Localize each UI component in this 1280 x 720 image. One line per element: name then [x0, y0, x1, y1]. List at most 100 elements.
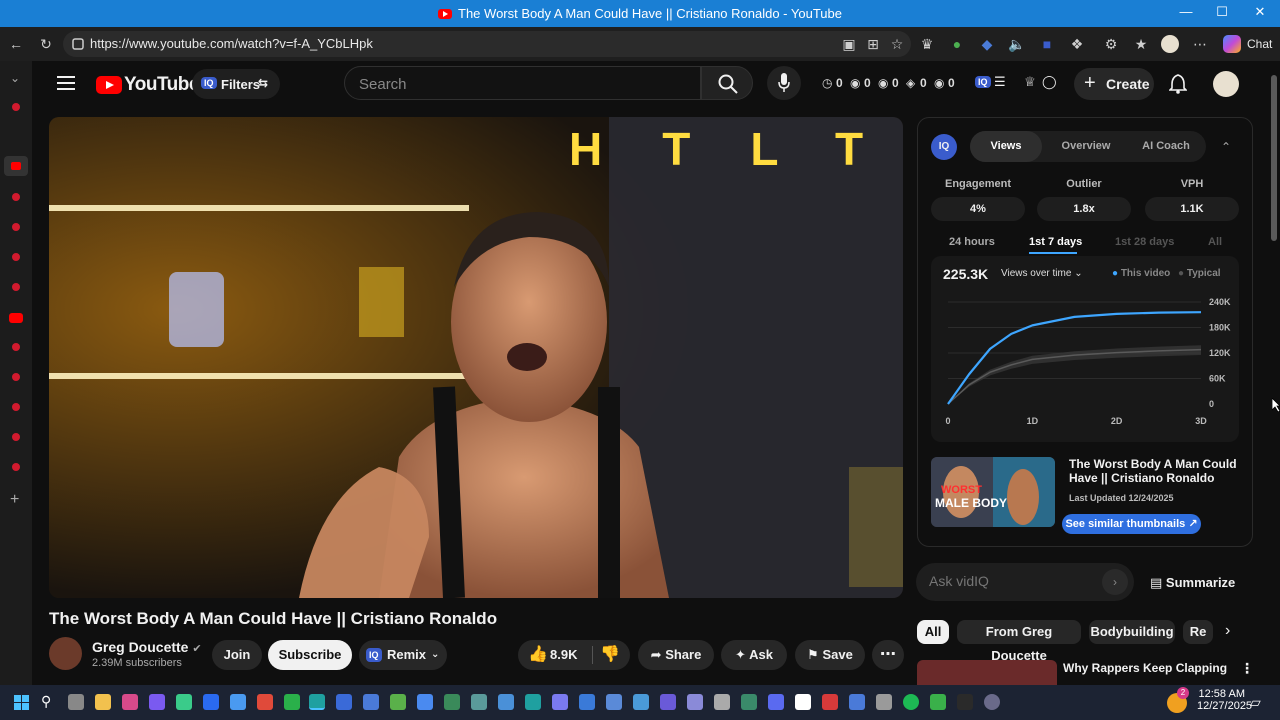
app-icon[interactable]	[741, 694, 757, 710]
active-tab-indicator[interactable]	[4, 156, 28, 176]
tab-favicon-icon[interactable]	[12, 103, 20, 111]
video-player[interactable]: HTLT	[49, 117, 903, 598]
ask-button[interactable]: ✦ Ask	[721, 640, 787, 670]
app-icon[interactable]	[606, 694, 622, 710]
search-box[interactable]	[344, 66, 701, 100]
minimize-button[interactable]: —	[1176, 4, 1196, 22]
favorites-icon[interactable]: ★	[1132, 35, 1150, 53]
notifications-bell-icon[interactable]	[1169, 74, 1187, 94]
save-button[interactable]: ⚑ Save	[795, 640, 865, 670]
copilot-chat-button[interactable]: Chat	[1219, 31, 1274, 57]
app-icon[interactable]	[687, 694, 703, 710]
vidiq-extension-icon[interactable]: ■	[1038, 35, 1056, 53]
like-icon[interactable]: 👍	[528, 640, 548, 670]
scrollbar-thumb[interactable]	[1271, 75, 1277, 241]
spotify-icon[interactable]	[903, 694, 919, 710]
edge-browser-icon[interactable]	[309, 694, 325, 710]
vidiq-icon[interactable]: IQ	[975, 76, 991, 88]
range-24-hours[interactable]: 24 hours	[949, 236, 995, 248]
windows-start-icon[interactable]	[14, 695, 29, 710]
chip-all[interactable]: All	[917, 620, 949, 644]
filters-button[interactable]: IQ Filters ⇆	[192, 69, 280, 99]
summarize-button[interactable]: ▤ Summarize	[1150, 575, 1235, 591]
app-icon[interactable]	[363, 694, 379, 710]
reader-icon[interactable]: ▣	[840, 35, 858, 53]
create-button[interactable]: + Create	[1074, 68, 1154, 100]
list-icon[interactable]: ☰	[994, 74, 1006, 90]
extension-icon[interactable]: ♛	[918, 35, 936, 53]
recommended-more-icon[interactable]: ⋮	[1240, 660, 1254, 677]
chips-next-arrow-icon[interactable]: ›	[1225, 622, 1230, 640]
tab-favicon-icon[interactable]	[12, 253, 20, 261]
extensions-puzzle-icon[interactable]: ❖	[1068, 35, 1086, 53]
app-icon[interactable]	[876, 694, 892, 710]
app-icon[interactable]	[444, 694, 460, 710]
app-icon[interactable]	[930, 694, 946, 710]
mute-icon[interactable]: 🔈	[1008, 35, 1026, 53]
chip-from-greg-doucette[interactable]: From Greg Doucette	[957, 620, 1081, 663]
address-bar[interactable]: https://www.youtube.com/watch?v=f-A_YCbL…	[63, 31, 911, 57]
channel-name-text[interactable]: Greg Doucette	[92, 639, 188, 655]
tab-favicon-icon[interactable]	[12, 223, 20, 231]
app-icon[interactable]	[633, 694, 649, 710]
tab-favicon-icon[interactable]	[12, 433, 20, 441]
hamburger-menu-icon[interactable]	[57, 76, 75, 90]
terminal-icon[interactable]	[957, 694, 973, 710]
app-icon[interactable]	[822, 694, 838, 710]
tab-favicon-icon[interactable]	[12, 343, 20, 351]
new-tab-plus-icon[interactable]: +	[10, 491, 19, 509]
app-icon[interactable]	[257, 694, 273, 710]
app-icon[interactable]	[849, 694, 865, 710]
url-text[interactable]: https://www.youtube.com/watch?v=f-A_YCbL…	[90, 36, 373, 51]
site-info-icon[interactable]	[71, 37, 85, 51]
dislike-icon[interactable]: 👎	[600, 640, 620, 670]
back-icon[interactable]: ←	[7, 35, 25, 53]
tab-favicon-icon[interactable]	[12, 193, 20, 201]
channel-avatar[interactable]	[49, 637, 82, 670]
tab-favicon-icon[interactable]	[12, 403, 20, 411]
app-icon[interactable]	[122, 694, 138, 710]
like-count[interactable]: 8.9K	[550, 640, 577, 670]
more-menu-icon[interactable]: ⋯	[1191, 35, 1209, 53]
ask-vidiq-input[interactable]	[929, 573, 1109, 589]
search-button[interactable]	[701, 66, 753, 100]
app-icon[interactable]	[984, 694, 1000, 710]
trophy-icon[interactable]: ♕	[1024, 74, 1036, 90]
taskbar-clock[interactable]: 12:58 AM 12/27/2025	[1197, 688, 1252, 712]
tab-ai-coach[interactable]: AI Coach	[1130, 131, 1202, 162]
send-arrow-icon[interactable]: ›	[1102, 569, 1128, 595]
tab-views[interactable]: Views	[970, 131, 1042, 162]
range-1st-7-days[interactable]: 1st 7 days	[1029, 236, 1082, 248]
chip-partial[interactable]: Re	[1183, 620, 1213, 644]
tab-favicon-icon[interactable]	[12, 373, 20, 381]
recommended-thumbnail[interactable]	[917, 660, 1057, 685]
similar-video-title[interactable]: The Worst Body A Man Could Have || Crist…	[1069, 457, 1241, 485]
see-similar-thumbnails-button[interactable]: See similar thumbnails ↗	[1062, 514, 1201, 534]
browser-essentials-icon[interactable]: ⚙	[1102, 35, 1120, 53]
chat-bubble-icon[interactable]: ◯	[1042, 74, 1057, 90]
maximize-button[interactable]: ☐	[1212, 4, 1232, 22]
account-avatar[interactable]	[1213, 71, 1239, 97]
collapse-chevron-icon[interactable]: ⌃	[1221, 140, 1231, 154]
chevron-down-icon[interactable]: ⌄	[10, 71, 20, 85]
app-icon[interactable]	[230, 694, 246, 710]
share-button[interactable]: ➦ Share	[638, 640, 714, 670]
app-icon[interactable]	[390, 694, 406, 710]
refresh-icon[interactable]: ↻	[37, 35, 55, 53]
app-icon[interactable]	[795, 694, 811, 710]
app-icon[interactable]	[768, 694, 784, 710]
range-all[interactable]: All	[1208, 236, 1222, 248]
app-icon[interactable]	[525, 694, 541, 710]
app-icon[interactable]	[552, 694, 568, 710]
xbox-icon[interactable]	[284, 694, 300, 710]
chip-bodybuilding[interactable]: Bodybuilding	[1089, 620, 1175, 644]
similar-video-thumbnail[interactable]: WORST MALE BODY	[931, 457, 1055, 527]
app-icon[interactable]	[498, 694, 514, 710]
extension-icon[interactable]: ◆	[978, 35, 996, 53]
app-icon[interactable]	[471, 694, 487, 710]
ask-vidiq-box[interactable]: ›	[916, 563, 1134, 601]
range-1st-28-days[interactable]: 1st 28 days	[1115, 236, 1174, 248]
tab-favicon-icon[interactable]	[12, 463, 20, 471]
tab-favicon-icon[interactable]	[12, 283, 20, 291]
remix-button[interactable]: IQ Remix ⌄	[359, 640, 447, 670]
